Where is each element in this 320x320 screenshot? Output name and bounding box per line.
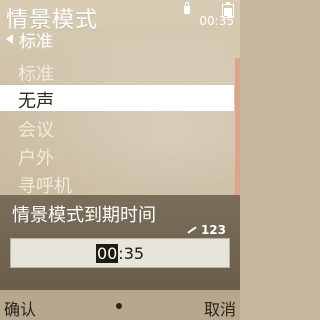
expiry-time-dialog: 情景模式到期时间 123 00:35 xyxy=(0,195,240,290)
time-hours-selected[interactable]: 00 xyxy=(95,244,119,263)
cancel-softkey[interactable]: 取消 xyxy=(204,296,236,320)
input-mode-text: 123 xyxy=(200,223,226,237)
list-item-standard[interactable]: 标准 xyxy=(0,58,234,85)
breadcrumb[interactable]: 标准 xyxy=(6,28,53,52)
time-minutes[interactable]: :35 xyxy=(118,244,144,263)
back-arrow-icon[interactable] xyxy=(6,34,13,44)
confirm-softkey[interactable]: 确认 xyxy=(4,296,36,320)
pencil-icon xyxy=(187,226,197,234)
list-item-label: 户外 xyxy=(18,148,54,169)
dialog-title: 情景模式到期时间 xyxy=(12,205,156,226)
current-profile-label: 标准 xyxy=(19,31,53,52)
time-input[interactable]: 00:35 xyxy=(10,238,230,268)
softkey-bar: 确认 取消 xyxy=(0,290,240,320)
profile-list: 标准 无声 会议 户外 寻呼机 xyxy=(0,58,234,198)
status-area: 00:35 xyxy=(184,2,234,28)
list-item-pager[interactable]: 寻呼机 xyxy=(0,170,234,197)
list-item-label: 会议 xyxy=(18,120,54,141)
list-item-label: 标准 xyxy=(18,64,54,85)
lock-icon xyxy=(184,2,190,14)
screen: 情景模式 标准 00:35 标准 无声 会议 户外 寻呼机 情景模式到期时间 1… xyxy=(0,0,240,320)
clock: 00:35 xyxy=(199,14,234,28)
list-item-meeting[interactable]: 会议 xyxy=(0,114,234,141)
header: 情景模式 标准 00:35 xyxy=(0,0,240,56)
input-mode-indicator: 123 xyxy=(187,223,226,237)
list-item-label: 无声 xyxy=(18,91,54,112)
time-value: 00:35 xyxy=(11,244,229,263)
center-softkey-dot-icon[interactable] xyxy=(116,303,122,309)
list-item-silent[interactable]: 无声 xyxy=(0,85,234,112)
list-item-outdoor[interactable]: 户外 xyxy=(0,142,234,169)
